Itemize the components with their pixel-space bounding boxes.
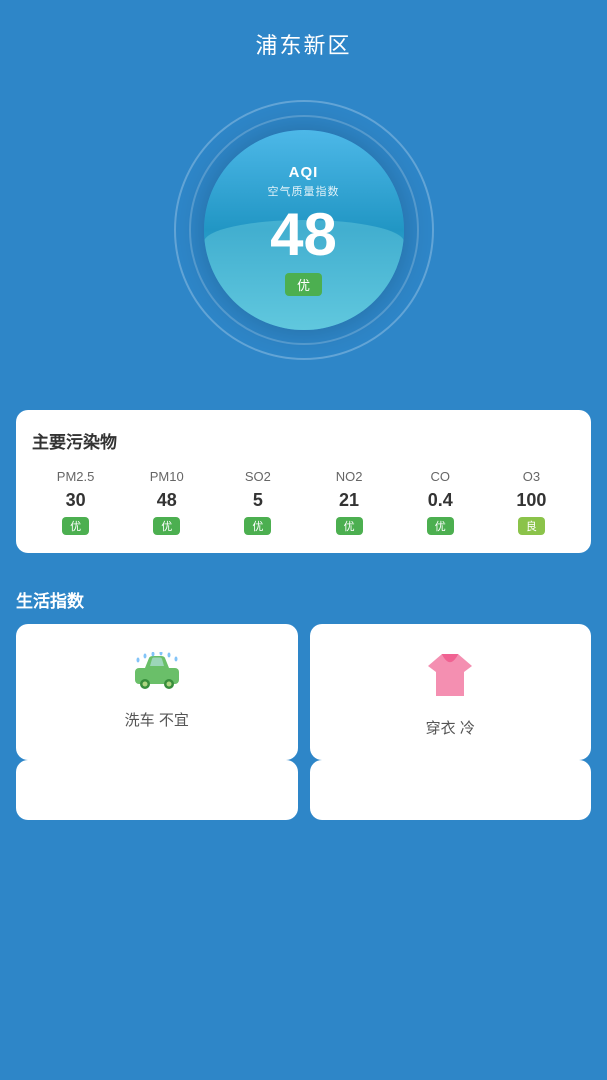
pollutant-pm25: PM2.5 30 优 <box>32 469 119 535</box>
pollutant-no2-name: NO2 <box>336 469 363 484</box>
life-card-clothing: 穿衣 冷 <box>310 624 592 760</box>
life-card-partial-1 <box>16 760 298 820</box>
page-title: 浦东新区 <box>255 33 351 58</box>
pollutant-o3-name: O3 <box>523 469 540 484</box>
pollutant-no2-value: 21 <box>339 490 359 511</box>
pollutant-pm25-value: 30 <box>66 490 86 511</box>
pollutants-grid: PM2.5 30 优 PM10 48 优 SO2 5 优 NO2 21 优 CO… <box>32 469 575 535</box>
pollutant-so2-badge: 优 <box>244 517 271 535</box>
aqi-value: 48 <box>270 205 337 265</box>
pollutant-co-name: CO <box>430 469 450 484</box>
aqi-inner-circle: AQI 空气质量指数 48 优 <box>204 130 404 330</box>
clothing-label: 穿衣 冷 <box>426 717 475 738</box>
life-index-title: 生活指数 <box>0 563 607 624</box>
pollutant-pm25-badge: 优 <box>62 517 89 535</box>
pollutant-pm10: PM10 48 优 <box>123 469 210 535</box>
pollutant-o3-badge: 良 <box>518 517 545 535</box>
pollutants-card: 主要污染物 PM2.5 30 优 PM10 48 优 SO2 5 优 NO2 2… <box>16 410 591 553</box>
pollutant-o3-value: 100 <box>516 490 546 511</box>
pollutant-so2-name: SO2 <box>245 469 271 484</box>
pollutant-no2-badge: 优 <box>336 517 363 535</box>
life-card-partial-2 <box>310 760 592 820</box>
aqi-section: AQI 空气质量指数 48 优 <box>0 80 607 400</box>
car-wash-icon <box>131 652 183 697</box>
aqi-quality-badge: 优 <box>285 273 322 296</box>
life-index-grid: 洗车 不宜 穿衣 冷 <box>16 624 591 760</box>
aqi-sublabel: 空气质量指数 <box>268 183 340 199</box>
aqi-middle-ring: AQI 空气质量指数 48 优 <box>189 115 419 345</box>
pollutant-pm10-value: 48 <box>157 490 177 511</box>
page-header: 浦东新区 <box>0 0 607 80</box>
aqi-outer-ring: AQI 空气质量指数 48 优 <box>174 100 434 360</box>
pollutant-pm25-name: PM2.5 <box>57 469 95 484</box>
pollutant-co: CO 0.4 优 <box>397 469 484 535</box>
car-wash-label: 洗车 不宜 <box>125 709 189 730</box>
pollutant-pm10-badge: 优 <box>153 517 180 535</box>
pollutants-title: 主要污染物 <box>32 428 575 453</box>
pollutant-so2-value: 5 <box>253 490 263 511</box>
life-index-bottom-row <box>16 760 591 820</box>
pollutant-co-value: 0.4 <box>428 490 453 511</box>
pollutant-pm10-name: PM10 <box>150 469 184 484</box>
aqi-label: AQI <box>289 164 319 181</box>
clothing-icon <box>426 652 474 705</box>
pollutant-o3: O3 100 良 <box>488 469 575 535</box>
pollutant-no2: NO2 21 优 <box>305 469 392 535</box>
life-card-car-wash: 洗车 不宜 <box>16 624 298 760</box>
pollutant-co-badge: 优 <box>427 517 454 535</box>
pollutant-so2: SO2 5 优 <box>214 469 301 535</box>
